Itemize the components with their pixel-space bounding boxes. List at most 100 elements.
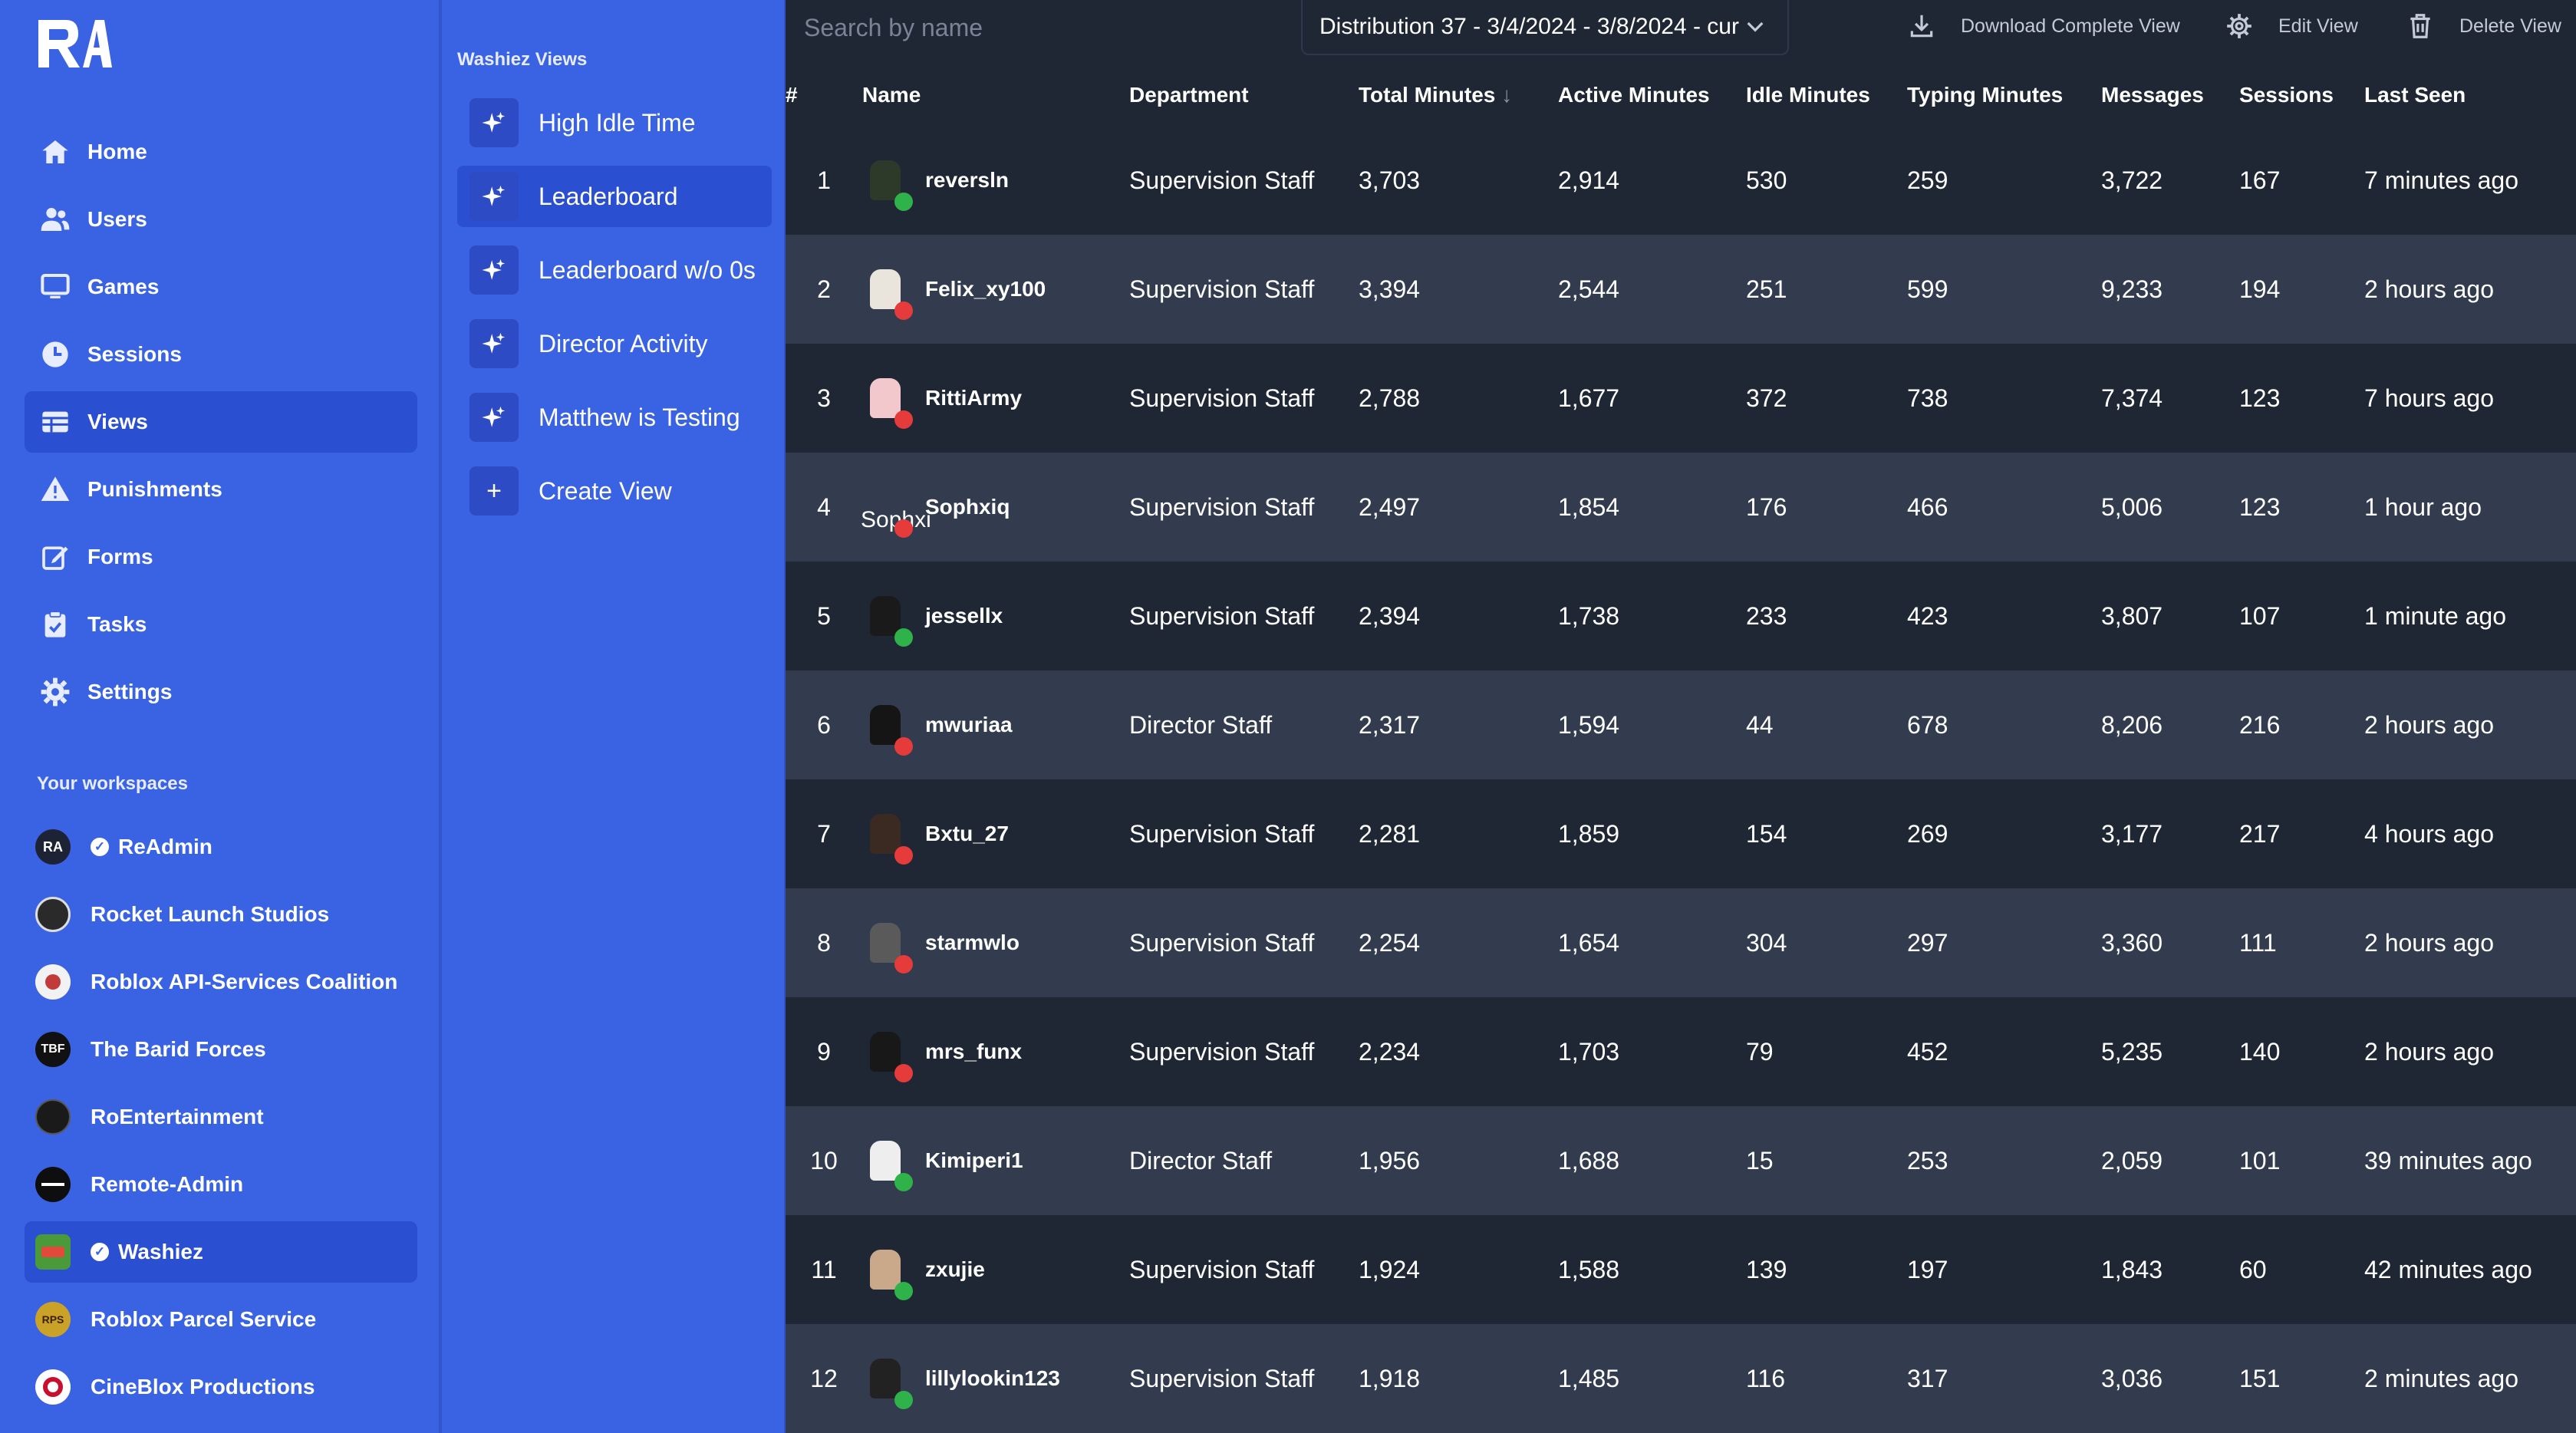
workspace-item-remote-admin[interactable]: Remote-Admin bbox=[25, 1154, 417, 1215]
table-row[interactable]: 11 zxujie Supervision Staff 1,924 1,588 139 19… bbox=[786, 1215, 2576, 1324]
nav-item-tasks[interactable]: Tasks bbox=[25, 594, 417, 655]
column-header-last-seen[interactable]: Last Seen bbox=[2364, 64, 2576, 126]
last-seen-cell: 1 minute ago bbox=[2364, 562, 2576, 670]
search-input[interactable] bbox=[786, 0, 1303, 55]
department-cell: Supervision Staff bbox=[1129, 344, 1359, 453]
download-label: Download Complete View bbox=[1961, 15, 2180, 37]
last-seen-cell: 2 hours ago bbox=[2364, 235, 2576, 344]
column-header-rank[interactable]: # bbox=[786, 64, 862, 126]
distribution-select[interactable]: Distribution 37 - 3/4/2024 - 3/8/2024 - … bbox=[1301, 0, 1789, 55]
view-label: Leaderboard bbox=[539, 182, 678, 210]
typing-minutes-cell: 423 bbox=[1907, 562, 2101, 670]
nav-item-punishments[interactable]: Punishments bbox=[25, 459, 417, 520]
user-cell[interactable]: starmwlo bbox=[862, 920, 1129, 973]
user-cell[interactable]: RittiArmy bbox=[862, 375, 1129, 429]
avatar-image bbox=[870, 596, 901, 636]
view-item-leaderboard-wo-0s[interactable]: Leaderboard w/o 0s bbox=[457, 239, 772, 301]
view-item-high-idle-time[interactable]: High Idle Time bbox=[457, 92, 772, 153]
table-row[interactable]: 2 Felix_xy100 Supervision Staff 3,394 2,544 2… bbox=[786, 235, 2576, 344]
nav-item-label: Views bbox=[87, 410, 148, 433]
name-cell: zxujie bbox=[862, 1215, 1129, 1324]
user-cell[interactable]: mwuriaa bbox=[862, 702, 1129, 756]
column-header-total-minutes[interactable]: Total Minutes ↓ bbox=[1359, 64, 1558, 126]
user-cell[interactable]: lillylookin123 bbox=[862, 1356, 1129, 1409]
nav-item-views[interactable]: Views bbox=[25, 391, 417, 453]
user-cell[interactable]: Felix_xy100 bbox=[862, 266, 1129, 320]
table-row[interactable]: 6 mwuriaa Director Staff 2,317 1,594 44 678 8,2… bbox=[786, 670, 2576, 779]
view-item-director-activity[interactable]: Director Activity bbox=[457, 313, 772, 374]
download-complete-view-button[interactable]: Download Complete View bbox=[1907, 0, 2180, 52]
view-label: Matthew is Testing bbox=[539, 403, 740, 431]
user-cell[interactable]: jessellx bbox=[862, 593, 1129, 647]
nav-item-sessions[interactable]: Sessions bbox=[25, 324, 417, 385]
total-minutes-cell: 2,254 bbox=[1359, 888, 1558, 997]
sparkles-icon bbox=[469, 319, 519, 368]
column-header-messages[interactable]: Messages bbox=[2101, 64, 2239, 126]
column-header-idle-minutes[interactable]: Idle Minutes bbox=[1746, 64, 1907, 126]
edit-view-button[interactable]: Edit View bbox=[2225, 0, 2358, 52]
user-cell[interactable]: reversln bbox=[862, 157, 1129, 211]
workspace-item-washiez[interactable]: ✓ Washiez bbox=[25, 1221, 417, 1283]
typing-minutes-cell: 599 bbox=[1907, 235, 2101, 344]
user-cell[interactable]: zxujie bbox=[862, 1247, 1129, 1300]
user-cell[interactable]: Sophxi Sophxiq bbox=[861, 484, 1129, 538]
active-minutes-cell: 1,485 bbox=[1558, 1324, 1746, 1433]
chevron-down-icon bbox=[1747, 21, 1764, 32]
delete-view-button[interactable]: Delete View bbox=[2406, 0, 2561, 52]
view-item-leaderboard[interactable]: Leaderboard bbox=[457, 166, 772, 227]
table-row[interactable]: 8 starmwlo Supervision Staff 2,254 1,654 304 2… bbox=[786, 888, 2576, 997]
username: mrs_funx bbox=[925, 1039, 1023, 1063]
workspace-item-cineblox-productions[interactable]: CineBlox Productions bbox=[25, 1356, 417, 1418]
idle-minutes-cell: 154 bbox=[1746, 779, 1907, 888]
nav-item-forms[interactable]: Forms bbox=[25, 526, 417, 588]
view-label: Create View bbox=[539, 476, 672, 505]
workspace-item-roblox-api-services-coalition[interactable]: Roblox API-Services Coalition bbox=[25, 951, 417, 1013]
user-cell[interactable]: mrs_funx bbox=[862, 1029, 1129, 1082]
workspace-item-roentertainment[interactable]: RoEntertainment bbox=[25, 1086, 417, 1148]
readmin-logo[interactable] bbox=[35, 17, 112, 71]
rank-cell: 12 bbox=[786, 1324, 862, 1433]
nav-item-home[interactable]: Home bbox=[25, 121, 417, 183]
nav-item-games[interactable]: Games bbox=[25, 256, 417, 318]
user-cell[interactable]: Kimiperi1 bbox=[862, 1138, 1129, 1191]
avatar bbox=[862, 811, 913, 865]
idle-minutes-cell: 530 bbox=[1746, 126, 1907, 235]
column-header-typing-minutes[interactable]: Typing Minutes bbox=[1907, 64, 2101, 126]
table-row[interactable]: 10 Kimiperi1 Director Staff 1,956 1,688 15 253… bbox=[786, 1106, 2576, 1215]
idle-minutes-cell: 176 bbox=[1746, 453, 1907, 562]
table-row[interactable]: 12 lillylookin123 Supervision Staff 1,918 1,… bbox=[786, 1324, 2576, 1433]
workspace-item-rocket-launch-studios[interactable]: Rocket Launch Studios bbox=[25, 884, 417, 945]
user-cell[interactable]: Bxtu_27 bbox=[862, 811, 1129, 865]
department-cell: Supervision Staff bbox=[1129, 1215, 1359, 1324]
avatar bbox=[862, 1138, 913, 1191]
view-item-matthew-is-testing[interactable]: Matthew is Testing bbox=[457, 387, 772, 448]
rank-cell: 6 bbox=[786, 670, 862, 779]
warning-icon bbox=[38, 473, 72, 506]
table-row[interactable]: 5 jessellx Supervision Staff 2,394 1,738 233 4… bbox=[786, 562, 2576, 670]
online-status-icon bbox=[894, 1282, 913, 1300]
online-status-icon bbox=[894, 1391, 913, 1409]
table-row[interactable]: 9 mrs_funx Supervision Staff 2,234 1,703 79 45… bbox=[786, 997, 2576, 1106]
table-row[interactable]: 1 reversln Supervision Staff 3,703 2,914 530 2… bbox=[786, 126, 2576, 235]
nav-item-users[interactable]: Users bbox=[25, 189, 417, 250]
table-row[interactable]: 4 Sophxi Sophxiq Supervision Staff 2,497 1,85… bbox=[786, 453, 2576, 562]
workspace-item-readmin[interactable]: RA ✓ ReAdmin bbox=[25, 816, 417, 878]
table-row[interactable]: 7 Bxtu_27 Supervision Staff 2,281 1,859 154 26… bbox=[786, 779, 2576, 888]
column-header-sessions[interactable]: Sessions bbox=[2239, 64, 2364, 126]
create-view-button[interactable]: + Create View bbox=[457, 460, 772, 522]
sessions-cell: 101 bbox=[2239, 1106, 2364, 1215]
column-header-name[interactable]: Name bbox=[862, 64, 1129, 126]
idle-minutes-cell: 251 bbox=[1746, 235, 1907, 344]
main-nav: Home Users Games Sessions Views Punishme… bbox=[25, 121, 417, 729]
workspace-label: Roblox API-Services Coalition bbox=[91, 970, 398, 993]
column-header-department[interactable]: Department bbox=[1129, 64, 1359, 126]
column-header-active-minutes[interactable]: Active Minutes bbox=[1558, 64, 1746, 126]
active-minutes-cell: 2,544 bbox=[1558, 235, 1746, 344]
typing-minutes-cell: 297 bbox=[1907, 888, 2101, 997]
active-minutes-cell: 2,914 bbox=[1558, 126, 1746, 235]
main-content: Distribution 37 - 3/4/2024 - 3/8/2024 - … bbox=[786, 0, 2576, 1433]
table-row[interactable]: 3 RittiArmy Supervision Staff 2,788 1,677 372… bbox=[786, 344, 2576, 453]
workspace-item-roblox-parcel-service[interactable]: RPS Roblox Parcel Service bbox=[25, 1289, 417, 1350]
workspace-item-the-barid-forces[interactable]: TBF The Barid Forces bbox=[25, 1019, 417, 1080]
nav-item-settings[interactable]: Settings bbox=[25, 661, 417, 723]
